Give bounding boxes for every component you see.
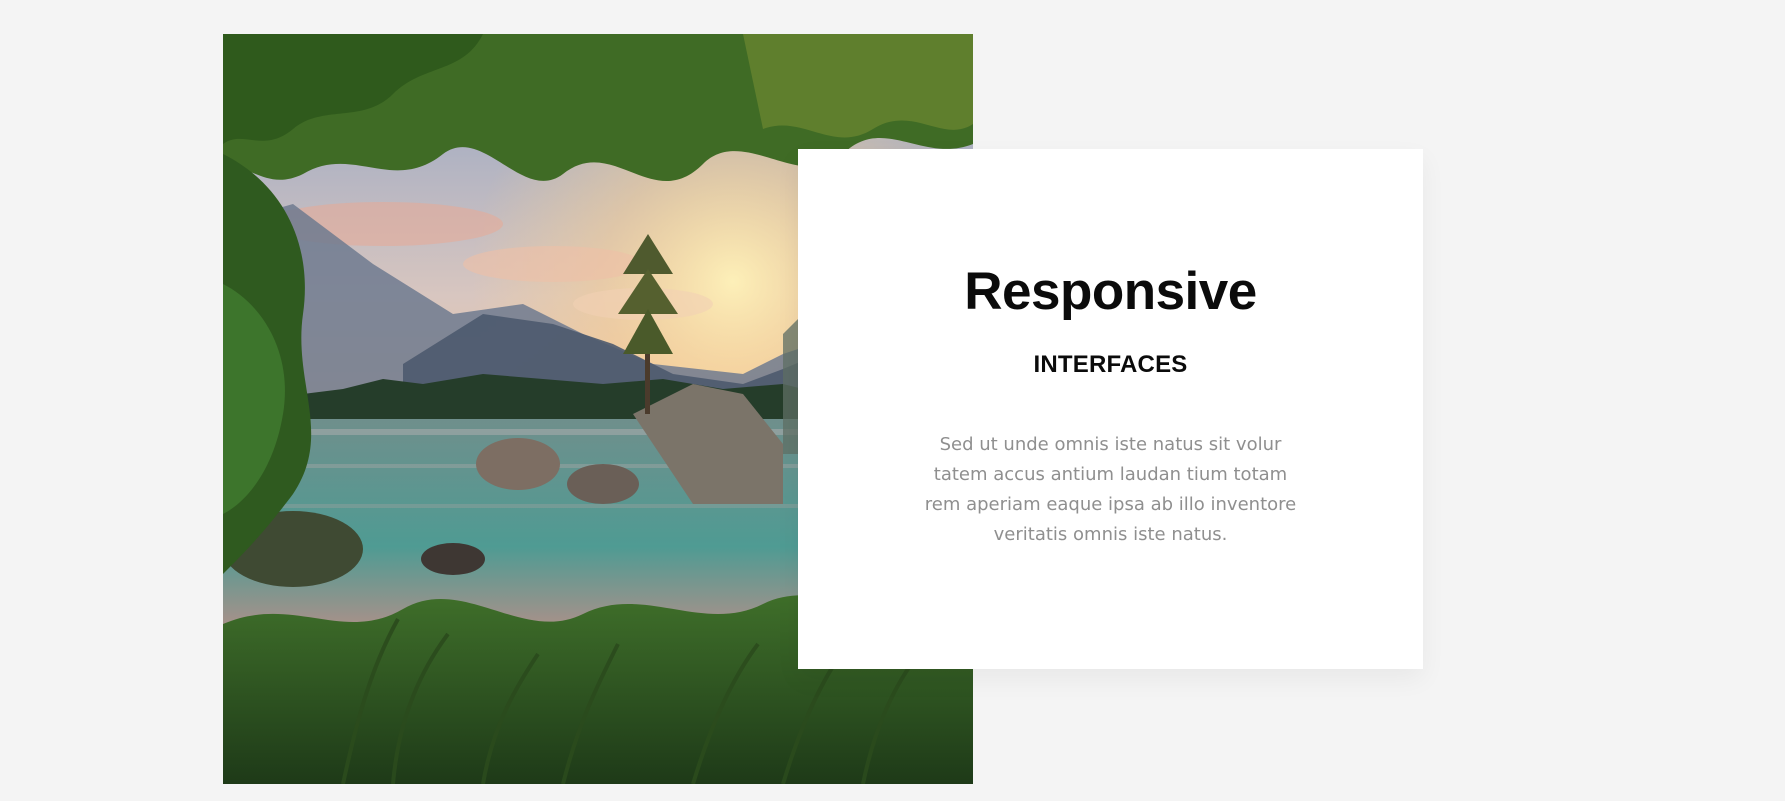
card-subtitle: INTERFACES (1033, 351, 1188, 378)
card-title: Responsive (964, 262, 1257, 321)
content-card: Responsive INTERFACES Sed ut unde omnis … (798, 149, 1423, 669)
card-body-text: Sed ut unde omnis iste natus sit volur t… (924, 434, 1297, 545)
page: Responsive INTERFACES Sed ut unde omnis … (0, 0, 1785, 801)
